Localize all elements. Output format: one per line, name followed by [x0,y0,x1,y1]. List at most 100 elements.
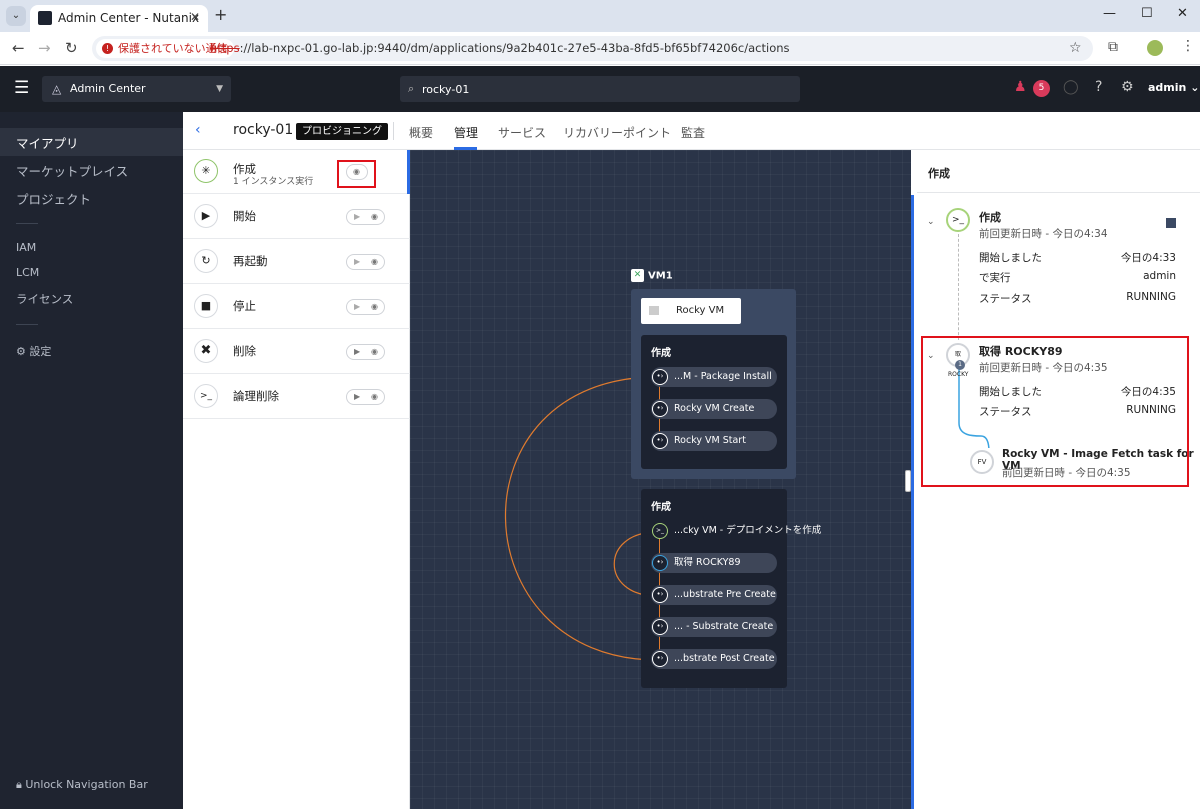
exec-icon: •› [652,433,668,449]
task-label: ...M - Package Install [674,371,772,382]
app-detail-header: ‹ rocky-01 プロビジョニング 概要 管理 サービス リカバリーポイント… [183,112,1200,150]
user-menu[interactable]: admin ⌄ [1148,81,1199,94]
close-window-button[interactable]: ✕ [1177,6,1188,21]
task-node[interactable]: •› ...ubstrate Pre Create [651,585,777,605]
tab-overview[interactable]: 概要 [409,124,433,141]
task-label: Rocky VM Create [674,403,755,414]
settings-gear-icon[interactable]: ⚙ [1121,79,1134,95]
play-icon: ▶ [194,204,218,228]
action-row-delete[interactable]: ✖ 削除 ▶ ◉ [183,330,410,374]
action-label: 再起動 [233,254,268,268]
task-node[interactable]: •› Rocky VM Create [651,399,777,419]
nav-item-lcm[interactable]: LCM [16,266,39,279]
global-search[interactable]: ⌕ [400,76,800,102]
nav-settings-label: 設定 [29,345,52,358]
run-view-toggle[interactable]: ▶ ◉ [346,389,385,405]
play-small-icon: ▶ [354,347,361,356]
run-view-toggle[interactable]: ▶ ◉ [346,344,385,360]
nav-item-marketplace[interactable]: マーケットプレイス [16,161,128,180]
task-node[interactable]: •› Rocky VM Start [651,431,777,451]
exec-icon: •› [652,619,668,635]
nav-item-projects[interactable]: プロジェクト [16,189,91,208]
tab-recovery-points[interactable]: リカバリーポイント [563,124,671,141]
tab-title: Admin Center - Nutanix [58,11,200,25]
stop-icon[interactable] [1166,218,1176,228]
omnibox[interactable]: ! 保護されていない通信 https://lab-nxpc-01.go-lab.… [92,36,1093,61]
gear-icon: ⚙ [16,345,30,358]
task-node[interactable]: •› ...bstrate Post Create [651,649,777,669]
nav-item-settings[interactable]: ⚙ 設定 [16,343,51,359]
reload-icon[interactable]: ↻ [65,39,78,57]
run-view-toggle[interactable]: ▶ ◉ [346,254,385,270]
action-row-soft-delete[interactable]: >_ 論理削除 ▶ ◉ [183,375,410,419]
maximize-button[interactable]: ☐ [1141,6,1153,21]
tab-audit[interactable]: 監査 [681,124,705,141]
task-node[interactable]: •› ...M - Package Install [651,367,777,387]
task-label: 取得 ROCKY89 [674,557,741,568]
user-name: admin [1148,81,1187,94]
url-text[interactable]: https://lab-nxpc-01.go-lab.jp:9440/dm/ap… [210,36,790,61]
service-logo-icon: ✕ [631,269,644,282]
run-view-toggle[interactable]: ▶ ◉ [346,299,385,315]
service-name: VM1 [648,270,673,282]
help-icon[interactable]: ? [1095,79,1102,95]
service-title: ✕ VM1 [631,269,673,282]
exec-icon: •› [652,587,668,603]
terminal-icon: >_ [194,384,218,408]
play-small-icon: ▶ [354,302,361,311]
play-small-icon: ▶ [354,212,361,221]
create-icon: ✳ [194,159,218,183]
exec-icon: •› [652,555,668,571]
unlock-nav-button[interactable]: 🔒︎ Unlock Navigation Bar [16,778,148,792]
browser-tab[interactable]: Admin Center - Nutanix ✕ [30,5,208,32]
action-row-restart[interactable]: ↻ 再起動 ▶ ◉ [183,240,410,284]
timeline-connector [958,234,959,340]
dependency-arcs [504,376,658,661]
close-tab-icon[interactable]: ✕ [190,5,200,30]
highlight-box [921,336,1189,487]
extensions-icon[interactable]: ⧉ [1108,39,1118,55]
app-switcher-dropdown[interactable]: ◬ Admin Center ▼ [42,76,231,102]
exec-icon: •› [652,369,668,385]
app-switcher-label: Admin Center [70,82,146,95]
browser-window: ⌄ Admin Center - Nutanix ✕ + — ☐ ✕ ← → ↻… [0,0,1200,809]
task-node[interactable]: •› 取得 ROCKY89 [651,553,777,573]
tab-manage[interactable]: 管理 [454,124,478,141]
action-row-stop[interactable]: ■ 停止 ▶ ◉ [183,285,410,329]
back-chevron-icon[interactable]: ‹ [195,122,201,138]
search-input[interactable] [422,80,782,98]
task-label: ...bstrate Post Create [674,653,775,664]
task-panel-title: 作成 [651,502,671,513]
nav-item-licensing[interactable]: ライセンス [16,291,73,307]
tab-list-button[interactable]: ⌄ [6,6,26,26]
action-row-start[interactable]: ▶ 開始 ▶ ◉ [183,195,410,239]
exec-icon: •› [652,401,668,417]
alerts-bell-icon[interactable]: ♟ [1014,79,1027,95]
nav-item-iam[interactable]: IAM [16,241,36,254]
task-node[interactable]: •› ... - Substrate Create [651,617,777,637]
forward-icon[interactable]: → [38,39,51,57]
back-icon[interactable]: ← [12,39,25,57]
tab-services[interactable]: サービス [498,124,546,141]
collapse-chevron-icon[interactable]: ⌄ [927,217,935,227]
actions-list: ✳ 作成 1 インスタンス実行 ◉ ▶ 開始 ▶ ◉ ↻ 再起動 ▶ ◉ ■ 停止 … [183,150,410,809]
left-navigation: マイアプリ マーケットプレイス プロジェクト IAM LCM ライセンス ⚙ 設… [0,112,183,809]
run-view-toggle[interactable]: ▶ ◉ [346,209,385,225]
profile-avatar[interactable] [1147,40,1163,56]
lock-icon: 🔒︎ [16,778,26,791]
run-log-accent-bar [911,195,914,809]
terminal-icon: >_ [946,208,970,232]
alert-count-badge: 5 [1033,80,1050,97]
minimize-button[interactable]: — [1103,6,1116,21]
bookmark-star-icon[interactable]: ☆ [1069,40,1082,56]
header-divider [393,122,394,140]
tasks-status-icon[interactable]: ◯ [1063,79,1079,95]
new-tab-button[interactable]: + [214,5,227,25]
substrate-node[interactable]: Rocky VM [641,298,741,324]
blueprint-canvas[interactable]: ✕ VM1 Rocky VM 作成 •› ...M - Package Instal… [410,150,911,809]
browser-menu-icon[interactable]: ⋮ [1181,38,1195,54]
run-entry-updated: 前回更新日時 - 今日の4:34 [979,228,1108,240]
hamburger-menu-icon[interactable]: ☰ [14,78,29,98]
address-bar-row: ← → ↻ ! 保護されていない通信 https://lab-nxpc-01.g… [0,32,1200,65]
nav-item-my-apps[interactable]: マイアプリ [16,133,79,152]
